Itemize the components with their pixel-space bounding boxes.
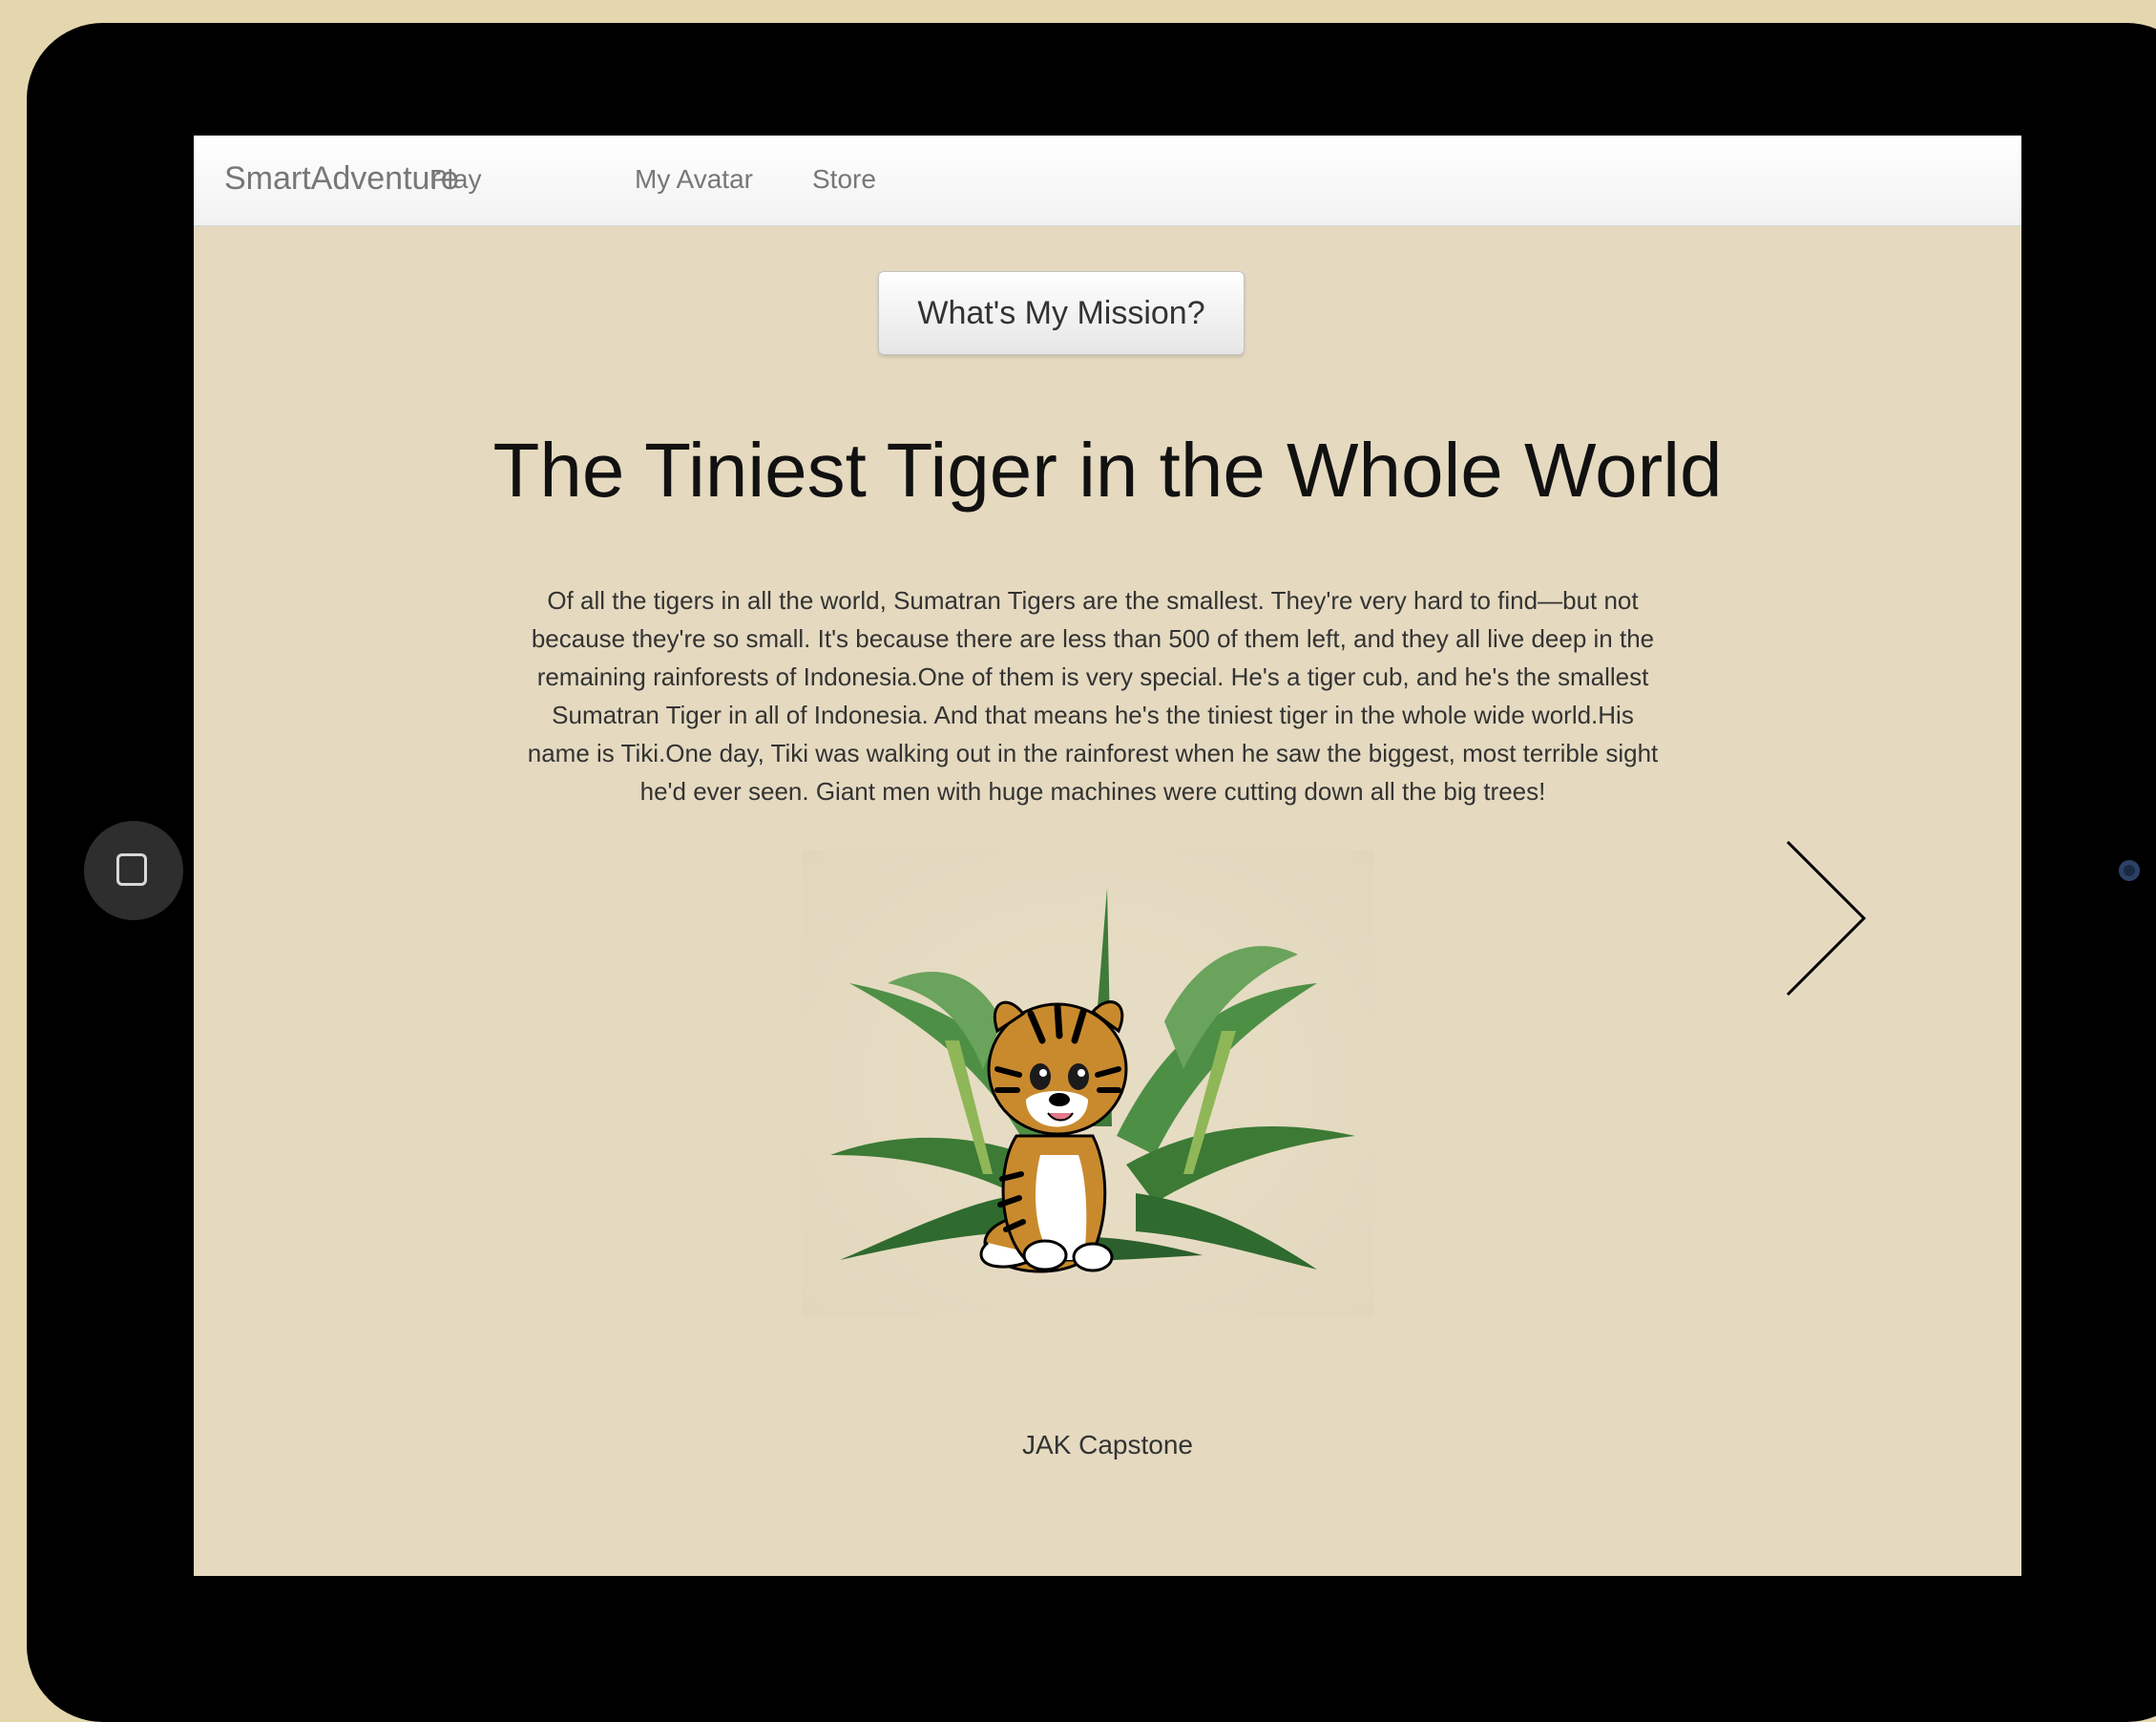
home-button-icon — [116, 853, 147, 886]
brand-link[interactable]: SmartAdventure — [224, 160, 459, 198]
next-page-button[interactable] — [1778, 832, 1873, 1004]
nav-link-play[interactable]: Play — [429, 164, 481, 195]
nav-link-store[interactable]: Store — [812, 164, 876, 195]
tiger-cub-illustration — [802, 850, 1374, 1317]
mission-button[interactable]: What's My Mission? — [878, 271, 1245, 355]
navbar: SmartAdventure Play My Avatar Store — [194, 136, 2021, 226]
tiger-cub — [979, 1000, 1128, 1273]
chevron-right-icon — [1786, 840, 1867, 997]
camera-icon — [2119, 860, 2140, 881]
app-screen: SmartAdventure Play My Avatar Store What… — [194, 136, 2021, 1576]
home-button[interactable] — [84, 821, 183, 920]
nav-link-my-avatar[interactable]: My Avatar — [635, 164, 753, 195]
footer-text: JAK Capstone — [1022, 1430, 1193, 1460]
story-text: Of all the tigers in all the world, Suma… — [527, 586, 1659, 806]
story-title: The Tiniest Tiger in the Whole World — [492, 428, 1723, 513]
tiger-cub-image — [830, 888, 1355, 1273]
